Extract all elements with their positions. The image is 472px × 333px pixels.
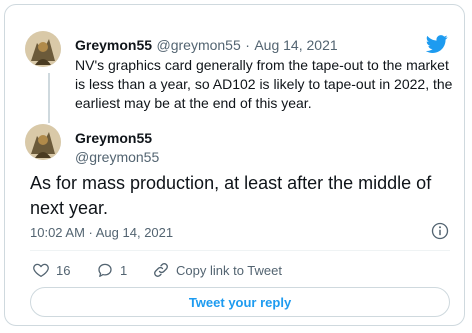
main-handle[interactable]: @greymon55: [75, 149, 159, 165]
thread-connector-line: [48, 73, 50, 123]
link-icon: [154, 263, 168, 277]
info-icon[interactable]: [430, 221, 450, 241]
like-count: 16: [56, 262, 71, 278]
heart-icon: [33, 263, 49, 278]
parent-display-name[interactable]: Greymon55: [75, 37, 152, 53]
speech-bubble-icon: [98, 263, 112, 278]
parent-date[interactable]: Aug 14, 2021: [254, 37, 337, 53]
tweet-your-reply-button[interactable]: Tweet your reply: [30, 287, 450, 317]
divider: [30, 250, 450, 251]
parent-handle[interactable]: @greymon55: [157, 37, 241, 53]
copy-link-label: Copy link to Tweet: [176, 262, 282, 278]
copy-link-button[interactable]: Copy link to Tweet: [152, 261, 282, 279]
main-avatar[interactable]: [25, 124, 61, 160]
parent-avatar[interactable]: [25, 31, 61, 67]
parent-separator: ·: [245, 37, 250, 53]
main-tweet-text: As for mass production, at least after t…: [30, 173, 432, 218]
like-button[interactable]: 16: [32, 261, 70, 279]
reply-count: 1: [120, 262, 128, 278]
main-display-name[interactable]: Greymon55: [75, 130, 152, 146]
tweet-timestamp[interactable]: 10:02 AM · Aug 14, 2021: [30, 225, 173, 240]
twitter-bird-icon[interactable]: [426, 33, 448, 55]
parent-tweet-text: NV's graphics card generally from the ta…: [75, 57, 453, 111]
parent-tweet-header: Greymon55 @greymon55 · Aug 14, 2021: [75, 37, 338, 55]
reply-action-button[interactable]: 1: [96, 261, 127, 279]
tweet-embed-card: Greymon55 @greymon55 · Aug 14, 2021 NV's…: [4, 4, 465, 326]
